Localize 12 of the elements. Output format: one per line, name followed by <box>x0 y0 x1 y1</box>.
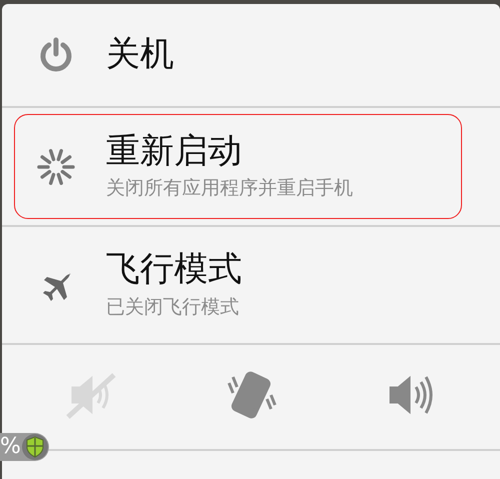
option-title: 关机 <box>106 35 174 75</box>
menu-item[interactable]: 飞行模式 已关闭飞行模式 <box>2 227 500 343</box>
option-subtitle: 关闭所有应用程序并重启手机 <box>106 176 353 202</box>
shield-icon <box>20 433 49 461</box>
option-subtitle: 已关闭飞行模式 <box>106 294 240 320</box>
loading-icon <box>36 146 76 186</box>
power-icon <box>38 37 74 73</box>
battery-percent: % <box>0 436 21 458</box>
option-title: 重新启动 <box>106 132 243 172</box>
menu-item[interactable]: 关机 <box>2 4 500 106</box>
option-title: 飞行模式 <box>106 250 242 290</box>
menu-item[interactable]: 重新启动 关闭所有应用程序并重启手机 <box>2 108 500 225</box>
